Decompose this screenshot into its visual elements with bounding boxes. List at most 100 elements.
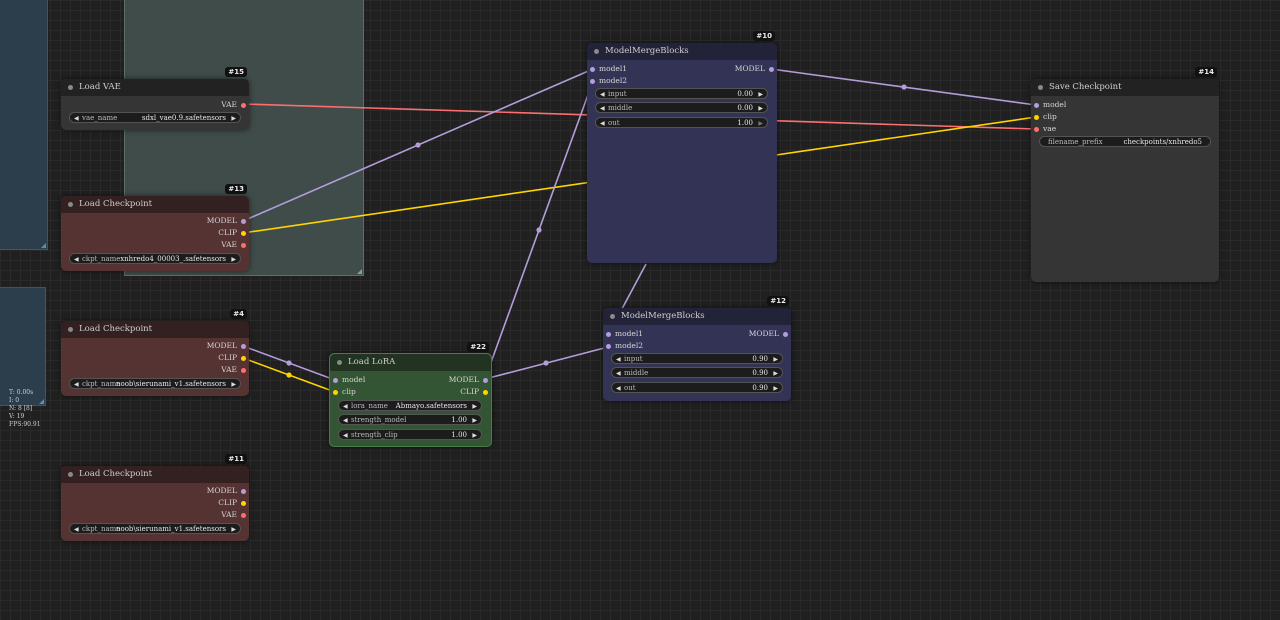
input-slot-dot[interactable]	[333, 378, 338, 383]
arrow-right-icon[interactable]: ▶	[758, 118, 763, 129]
wire-midpoint[interactable]	[415, 142, 421, 148]
output-model[interactable]: MODEL	[749, 329, 791, 339]
combo-lora-name[interactable]: ◀ lora_name Abmayo.safetensors ▶	[338, 400, 482, 411]
number-strength-model[interactable]: ◀ strength_model 1.00 ▶	[338, 414, 482, 425]
input-model[interactable]: model	[330, 375, 365, 385]
output-clip[interactable]: CLIP	[218, 353, 249, 363]
collapse-dot-icon[interactable]	[594, 49, 599, 54]
node-load-checkpoint-11[interactable]: #11 Load Checkpoint MODEL CLIP VAE ◀ ckpt…	[61, 454, 249, 541]
output-model[interactable]: MODEL	[207, 486, 249, 496]
arrow-right-icon[interactable]: ▶	[773, 383, 778, 394]
output-slot-dot[interactable]	[783, 332, 788, 337]
input-model2[interactable]: model2	[603, 341, 643, 351]
number-input[interactable]: ◀ input 0.00 ▶	[595, 88, 768, 99]
output-slot-dot[interactable]	[241, 501, 246, 506]
output-model[interactable]: MODEL	[735, 64, 777, 74]
number-middle[interactable]: ◀ middle 0.00 ▶	[595, 102, 768, 113]
input-clip[interactable]: clip	[1031, 112, 1057, 122]
arrow-left-icon[interactable]: ◀	[600, 118, 605, 129]
output-model[interactable]: MODEL	[207, 341, 249, 351]
arrow-left-icon[interactable]: ◀	[343, 401, 348, 412]
wire-midpoint[interactable]	[536, 227, 542, 233]
input-slot-dot[interactable]	[1034, 127, 1039, 132]
arrow-left-icon[interactable]: ◀	[343, 415, 348, 426]
arrow-left-icon[interactable]: ◀	[74, 113, 79, 124]
collapse-dot-icon[interactable]	[68, 202, 73, 207]
number-out[interactable]: ◀ out 0.90 ▶	[611, 382, 783, 393]
arrow-right-icon[interactable]: ▶	[231, 113, 236, 124]
arrow-right-icon[interactable]: ▶	[758, 89, 763, 100]
arrow-left-icon[interactable]: ◀	[616, 368, 621, 379]
arrow-right-icon[interactable]: ▶	[472, 430, 477, 441]
arrow-left-icon[interactable]: ◀	[74, 254, 79, 265]
combo-ckpt-name[interactable]: ◀ ckpt_name xnhredo4_00003_.safetensors ▶	[69, 253, 241, 264]
node-load-checkpoint-13[interactable]: #13 Load Checkpoint MODEL CLIP VAE ◀ ckpt…	[61, 184, 249, 271]
node-load-lora[interactable]: #22 Load LoRA model MODEL clip CLIP ◀ lor…	[329, 342, 492, 447]
input-slot-dot[interactable]	[606, 344, 611, 349]
text-filename-prefix[interactable]: filename_prefix checkpoints/xnhredo5	[1039, 136, 1211, 147]
node-title-bar[interactable]: ModelMergeBlocks	[603, 308, 791, 325]
output-slot-dot[interactable]	[241, 513, 246, 518]
output-clip[interactable]: CLIP	[460, 387, 491, 397]
number-strength-clip[interactable]: ◀ strength_clip 1.00 ▶	[338, 429, 482, 440]
arrow-left-icon[interactable]: ◀	[600, 89, 605, 100]
arrow-right-icon[interactable]: ▶	[758, 103, 763, 114]
arrow-right-icon[interactable]: ▶	[231, 254, 236, 265]
output-model[interactable]: MODEL	[207, 216, 249, 226]
node-model-merge-blocks-10[interactable]: #10 ModelMergeBlocks model1 MODEL model2…	[587, 31, 777, 263]
arrow-left-icon[interactable]: ◀	[74, 524, 79, 535]
output-vae[interactable]: VAE	[221, 510, 249, 520]
collapse-dot-icon[interactable]	[610, 314, 615, 319]
arrow-right-icon[interactable]: ▶	[231, 379, 236, 390]
wire-midpoint[interactable]	[286, 360, 292, 366]
node-title-bar[interactable]: Load Checkpoint	[61, 196, 249, 213]
collapse-dot-icon[interactable]	[337, 360, 342, 365]
input-model1[interactable]: model1	[603, 329, 643, 339]
input-slot-dot[interactable]	[1034, 103, 1039, 108]
wire-midpoint[interactable]	[901, 84, 907, 90]
node-title-bar[interactable]: Load Checkpoint	[61, 321, 249, 338]
arrow-right-icon[interactable]: ▶	[472, 415, 477, 426]
combo-ckpt-name[interactable]: ◀ ckpt_name noob\sierunami_v1.safetensors ▶	[69, 378, 241, 389]
node-save-checkpoint[interactable]: #14 Save Checkpoint model clip vae filen…	[1031, 67, 1219, 282]
combo-vae-name[interactable]: ◀ vae_name sdxl_vae0.9.safetensors ▶	[69, 112, 241, 123]
output-slot-dot[interactable]	[483, 390, 488, 395]
arrow-left-icon[interactable]: ◀	[600, 103, 605, 114]
input-model1[interactable]: model1	[587, 64, 627, 74]
input-model[interactable]: model	[1031, 100, 1066, 110]
node-title-bar[interactable]: ModelMergeBlocks	[587, 43, 777, 60]
arrow-right-icon[interactable]: ▶	[773, 354, 778, 365]
wire-midpoint[interactable]	[543, 360, 549, 366]
node-title-bar[interactable]: Load LoRA	[330, 354, 491, 371]
number-out[interactable]: ◀ out 1.00 ▶	[595, 117, 768, 128]
arrow-right-icon[interactable]: ▶	[231, 524, 236, 535]
arrow-right-icon[interactable]: ▶	[773, 368, 778, 379]
number-middle[interactable]: ◀ middle 0.90 ▶	[611, 367, 783, 378]
node-load-checkpoint-4[interactable]: #4 Load Checkpoint MODEL CLIP VAE ◀ ckpt_…	[61, 309, 249, 396]
arrow-left-icon[interactable]: ◀	[616, 383, 621, 394]
output-vae[interactable]: VAE	[221, 365, 249, 375]
output-model[interactable]: MODEL	[449, 375, 491, 385]
input-clip[interactable]: clip	[330, 387, 356, 397]
arrow-left-icon[interactable]: ◀	[343, 430, 348, 441]
collapse-dot-icon[interactable]	[1038, 85, 1043, 90]
output-slot-dot[interactable]	[241, 243, 246, 248]
output-clip[interactable]: CLIP	[218, 228, 249, 238]
collapse-dot-icon[interactable]	[68, 327, 73, 332]
output-slot-dot[interactable]	[241, 356, 246, 361]
node-title-bar[interactable]: Load Checkpoint	[61, 466, 249, 483]
input-model2[interactable]: model2	[587, 76, 627, 86]
arrow-right-icon[interactable]: ▶	[472, 401, 477, 412]
output-slot-dot[interactable]	[241, 344, 246, 349]
input-slot-dot[interactable]	[606, 332, 611, 337]
collapse-dot-icon[interactable]	[68, 472, 73, 477]
input-slot-dot[interactable]	[590, 79, 595, 84]
output-slot-dot[interactable]	[241, 489, 246, 494]
arrow-left-icon[interactable]: ◀	[616, 354, 621, 365]
arrow-left-icon[interactable]: ◀	[74, 379, 79, 390]
node-title-bar[interactable]: Save Checkpoint	[1031, 79, 1219, 96]
output-slot-dot[interactable]	[241, 368, 246, 373]
number-input[interactable]: ◀ input 0.90 ▶	[611, 353, 783, 364]
input-slot-dot[interactable]	[1034, 115, 1039, 120]
input-vae[interactable]: vae	[1031, 124, 1056, 134]
